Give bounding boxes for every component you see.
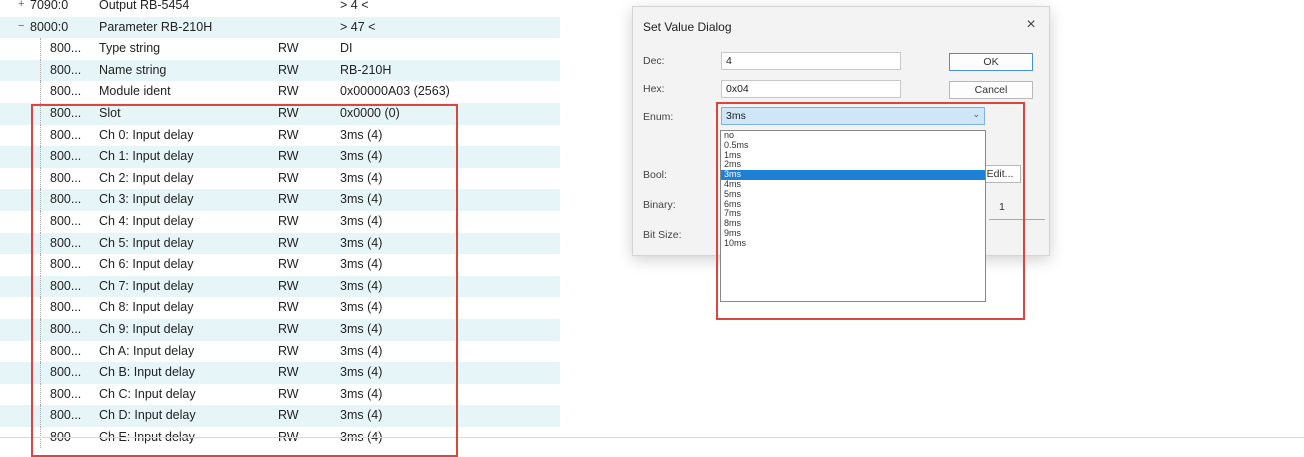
row-index: 800... (50, 41, 82, 56)
row-index: 800... (50, 62, 82, 77)
tree-connector (40, 59, 42, 82)
table-row[interactable]: +7090:0 Output RB-5454 > 4 < (0, 0, 560, 17)
tree-connector (40, 81, 42, 103)
dropdown-highlight-box (716, 102, 1025, 320)
hex-field[interactable]: 0x04 (721, 80, 901, 98)
row-value: 0x00000A03 (2563) (340, 84, 450, 99)
close-icon[interactable]: × (1021, 15, 1041, 35)
bitsize-label: Bit Size: (643, 229, 682, 241)
table-row[interactable]: 800... Module ident RW 0x00000A03 (2563) (0, 81, 560, 103)
row-index: 8000:0 (30, 19, 69, 34)
dec-field[interactable]: 4 (721, 52, 901, 70)
enum-label: Enum: (643, 111, 674, 123)
row-flag: RW (278, 41, 299, 56)
table-highlight-box (31, 104, 458, 457)
table-row[interactable]: −8000:0 Parameter RB-210H > 47 < (0, 16, 560, 39)
row-value: DI (340, 41, 353, 56)
row-flag: RW (278, 62, 299, 77)
expand-toggle-icon[interactable]: − (18, 20, 30, 32)
row-name: Type string (99, 41, 161, 56)
ok-button[interactable]: OK (949, 53, 1033, 71)
bool-label: Bool: (643, 169, 667, 181)
cancel-button[interactable]: Cancel (949, 81, 1033, 99)
row-name: Name string (99, 62, 167, 77)
row-index: 7090:0 (30, 0, 69, 12)
expand-toggle-icon[interactable]: + (18, 0, 30, 10)
table-row[interactable]: 800... Type string RW DI (0, 38, 560, 60)
binary-label: Binary: (643, 199, 676, 211)
row-name: Output RB-5454 (99, 0, 190, 12)
tree-connector (40, 38, 42, 60)
row-value: RB-210H (340, 62, 392, 77)
row-flag: RW (278, 84, 299, 99)
hex-label: Hex: (643, 83, 665, 95)
table-row[interactable]: 800... Name string RW RB-210H (0, 59, 560, 82)
dialog-title: Set Value Dialog (643, 20, 732, 34)
dec-label: Dec: (643, 55, 665, 67)
row-name: Parameter RB-210H (99, 19, 213, 34)
row-value: > 47 < (340, 19, 376, 34)
row-name: Module ident (99, 84, 171, 99)
row-value: > 4 < (340, 0, 369, 12)
row-index: 800... (50, 84, 82, 99)
